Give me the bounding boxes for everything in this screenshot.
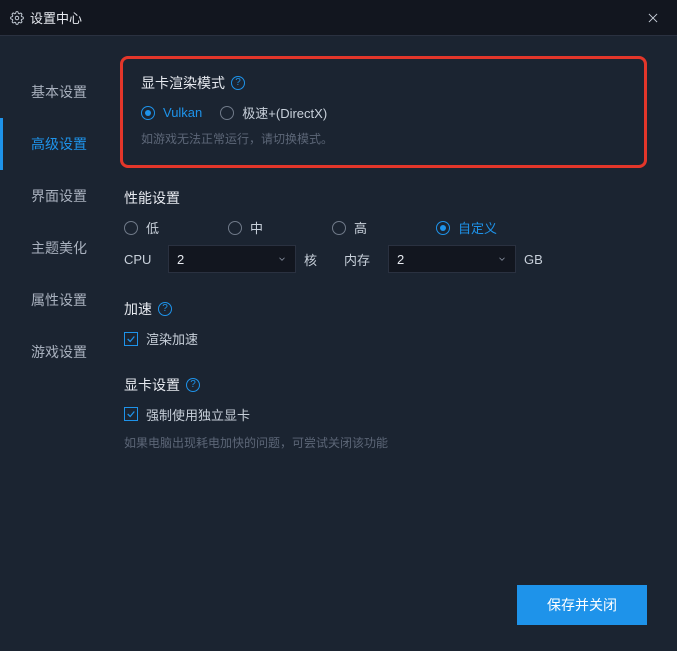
radio-icon: [124, 221, 138, 235]
gpu-section: 显卡设置 ? 强制使用独立显卡 如果电脑出现耗电加快的问题，可尝试关闭该功能: [120, 375, 647, 452]
mem-value: 2: [397, 252, 404, 267]
titlebar: 设置中心: [0, 0, 677, 36]
accel-title: 加速: [124, 299, 152, 319]
cpu-select[interactable]: 2: [168, 245, 296, 273]
sidebar-item-game[interactable]: 游戏设置: [0, 326, 120, 378]
checkbox-label: 强制使用独立显卡: [146, 405, 250, 424]
gpu-title: 显卡设置: [124, 375, 180, 395]
radio-icon: [436, 221, 450, 235]
checkbox-icon: [124, 407, 138, 421]
performance-title-row: 性能设置: [124, 188, 647, 208]
radio-directx[interactable]: 极速+(DirectX): [220, 103, 327, 122]
radio-label: 低: [146, 218, 159, 237]
radio-perf-custom[interactable]: 自定义: [436, 218, 540, 237]
radio-icon: [220, 106, 234, 120]
radio-icon: [228, 221, 242, 235]
gpu-hint: 如果电脑出现耗电加快的问题，可尝试关闭该功能: [124, 434, 647, 451]
render-mode-hint: 如游戏无法正常运行，请切换模式。: [141, 130, 626, 147]
sidebar-item-label: 游戏设置: [31, 344, 87, 360]
gpu-checkbox[interactable]: 强制使用独立显卡: [124, 405, 250, 424]
sidebar-item-label: 属性设置: [31, 292, 87, 308]
sidebar-item-label: 基本设置: [31, 84, 87, 100]
accel-title-row: 加速 ?: [124, 299, 647, 319]
radio-icon: [141, 106, 155, 120]
performance-options: 低 中 高 自定义: [124, 218, 647, 237]
radio-perf-high[interactable]: 高: [332, 218, 436, 237]
radio-perf-mid[interactable]: 中: [228, 218, 332, 237]
radio-label: 高: [354, 218, 367, 237]
sidebar-item-label: 界面设置: [31, 188, 87, 204]
help-icon[interactable]: ?: [231, 76, 245, 90]
help-icon[interactable]: ?: [158, 302, 172, 316]
render-mode-section: 显卡渲染模式 ? Vulkan 极速+(DirectX) 如游戏无法正常运行，请…: [120, 56, 647, 168]
radio-label: 极速+(DirectX): [242, 103, 327, 122]
caret-down-icon: [497, 252, 507, 267]
mem-select[interactable]: 2: [388, 245, 516, 273]
sidebar-item-properties[interactable]: 属性设置: [0, 274, 120, 326]
checkbox-label: 渲染加速: [146, 329, 198, 348]
radio-perf-low[interactable]: 低: [124, 218, 228, 237]
render-mode-options: Vulkan 极速+(DirectX): [141, 103, 626, 122]
radio-icon: [332, 221, 346, 235]
sidebar-item-label: 主题美化: [31, 240, 87, 256]
close-button[interactable]: [639, 4, 667, 32]
sidebar-item-advanced[interactable]: 高级设置: [0, 118, 120, 170]
render-mode-title: 显卡渲染模式: [141, 73, 225, 93]
performance-section: 性能设置 低 中 高 自定义: [120, 188, 647, 273]
cpu-unit: 核: [304, 250, 326, 269]
accel-section: 加速 ? 渲染加速: [120, 299, 647, 349]
radio-label: 中: [250, 218, 263, 237]
save-close-label: 保存并关闭: [547, 595, 617, 615]
gear-icon: [10, 11, 24, 25]
checkbox-icon: [124, 332, 138, 346]
caret-down-icon: [277, 252, 287, 267]
help-icon[interactable]: ?: [186, 378, 200, 392]
main-panel: 显卡渲染模式 ? Vulkan 极速+(DirectX) 如游戏无法正常运行，请…: [120, 36, 677, 651]
sidebar-item-theme[interactable]: 主题美化: [0, 222, 120, 274]
accel-checkbox[interactable]: 渲染加速: [124, 329, 198, 348]
sidebar-item-label: 高级设置: [31, 136, 87, 152]
performance-title: 性能设置: [124, 188, 180, 208]
radio-label: 自定义: [458, 218, 497, 237]
resource-row: CPU 2 核 内存 2 GB: [124, 245, 647, 273]
radio-label: Vulkan: [163, 105, 202, 120]
mem-unit: GB: [524, 252, 546, 267]
sidebar-item-basic[interactable]: 基本设置: [0, 66, 120, 118]
gpu-title-row: 显卡设置 ?: [124, 375, 647, 395]
window-title: 设置中心: [30, 8, 82, 27]
cpu-label: CPU: [124, 252, 160, 267]
cpu-value: 2: [177, 252, 184, 267]
render-mode-title-row: 显卡渲染模式 ?: [141, 73, 626, 93]
sidebar-item-ui[interactable]: 界面设置: [0, 170, 120, 222]
mem-label: 内存: [344, 250, 380, 269]
sidebar: 基本设置 高级设置 界面设置 主题美化 属性设置 游戏设置: [0, 36, 120, 651]
save-close-button[interactable]: 保存并关闭: [517, 585, 647, 625]
radio-vulkan[interactable]: Vulkan: [141, 105, 202, 120]
